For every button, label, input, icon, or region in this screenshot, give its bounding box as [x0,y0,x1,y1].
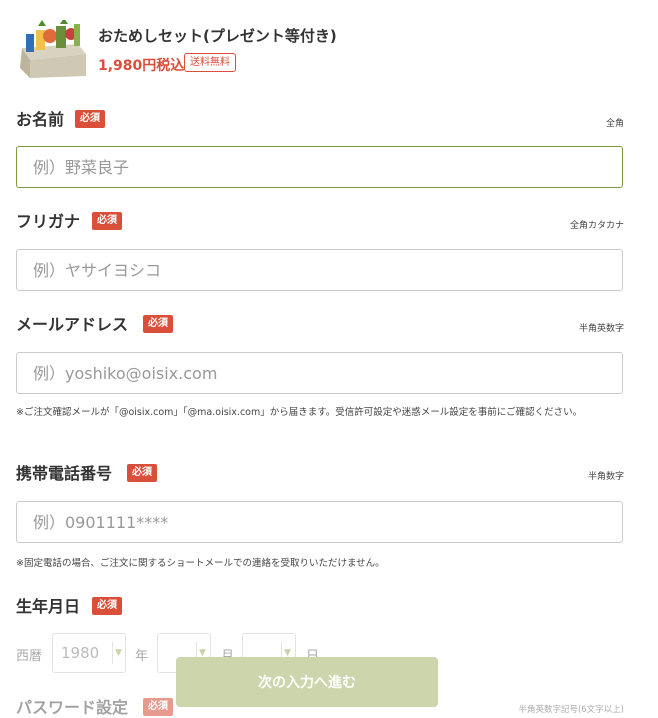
free-shipping-badge: 送料無料 [184,53,236,72]
name-label: お名前 [16,110,65,129]
email-input[interactable] [16,352,623,394]
name-hint: 全角 [605,119,624,129]
phone-note: ※固定電話の場合、ご注文に関するショートメールでの連絡を受取りいただけません。 [16,558,385,569]
kana-label: フリガナ [16,212,81,231]
year-unit: 年 [135,649,149,664]
email-label: メールアドレス [16,315,129,334]
required-badge: 必須 [92,597,122,615]
email-hint: 半角英数字 [578,324,624,334]
next-step-button[interactable]: 次の入力へ進む [176,657,438,707]
phone-input[interactable] [16,501,623,543]
era-label: 西暦 [16,649,43,664]
kana-input[interactable] [16,249,623,291]
required-badge: 必須 [92,212,122,230]
email-note: ※ご注文確認メールが「@oisix.com」「@ma.oisix.com」から届… [16,407,583,418]
select-divider [112,642,113,664]
kana-hint: 全角カタカナ [569,221,624,231]
vegetable-box-icon [16,18,90,78]
product-price: 1,980円税込 [98,58,185,74]
password-label: パスワード設定 [16,698,129,717]
phone-hint: 半角数字 [587,472,624,482]
required-badge: 必須 [143,315,173,333]
required-badge: 必須 [75,110,105,128]
product-title: おためしセット(プレゼント等付き) [98,27,337,45]
chevron-down-icon: ▼ [115,648,122,658]
password-hint: 半角英数字記号(6文字以上) [518,705,624,715]
required-badge: 必須 [143,698,173,716]
required-badge: 必須 [127,464,157,482]
birthday-label: 生年月日 [16,597,81,616]
phone-label: 携帯電話番号 [16,464,113,483]
birth-year-value: 1980 [61,644,100,662]
name-input[interactable] [16,146,623,188]
